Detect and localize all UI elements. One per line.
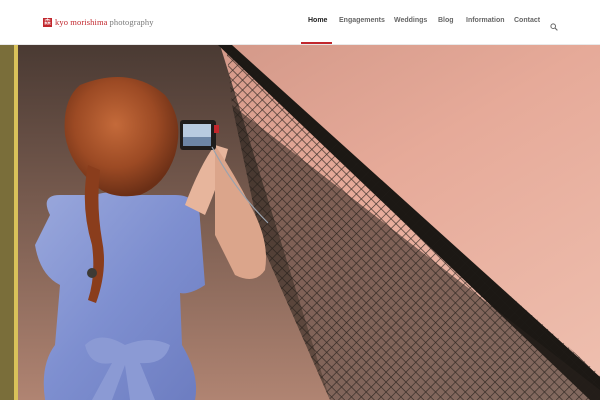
nav-active-indicator xyxy=(301,42,332,44)
site-header: 森 kyo morishima photography Home Engageme… xyxy=(0,0,600,45)
nav-information[interactable]: Information xyxy=(466,17,505,24)
hair-tie xyxy=(87,268,97,278)
hero-illustration xyxy=(0,45,600,400)
hero-photo xyxy=(0,45,600,400)
nav-engagements[interactable]: Engagements xyxy=(339,17,385,24)
logo-name: kyo morishima xyxy=(55,17,108,27)
nav-weddings[interactable]: Weddings xyxy=(394,17,427,24)
logo-suffix: photography xyxy=(109,17,154,27)
camera-strap xyxy=(214,125,219,133)
logo-mark: 森 xyxy=(43,17,52,27)
nav-blog[interactable]: Blog xyxy=(438,17,454,24)
search-button[interactable] xyxy=(550,18,558,31)
site-logo[interactable]: 森 kyo morishima photography xyxy=(43,16,154,28)
logo-text: kyo morishima photography xyxy=(55,17,154,27)
search-icon xyxy=(550,23,558,31)
nav-home[interactable]: Home xyxy=(308,17,327,24)
nav-contact[interactable]: Contact xyxy=(514,17,540,24)
